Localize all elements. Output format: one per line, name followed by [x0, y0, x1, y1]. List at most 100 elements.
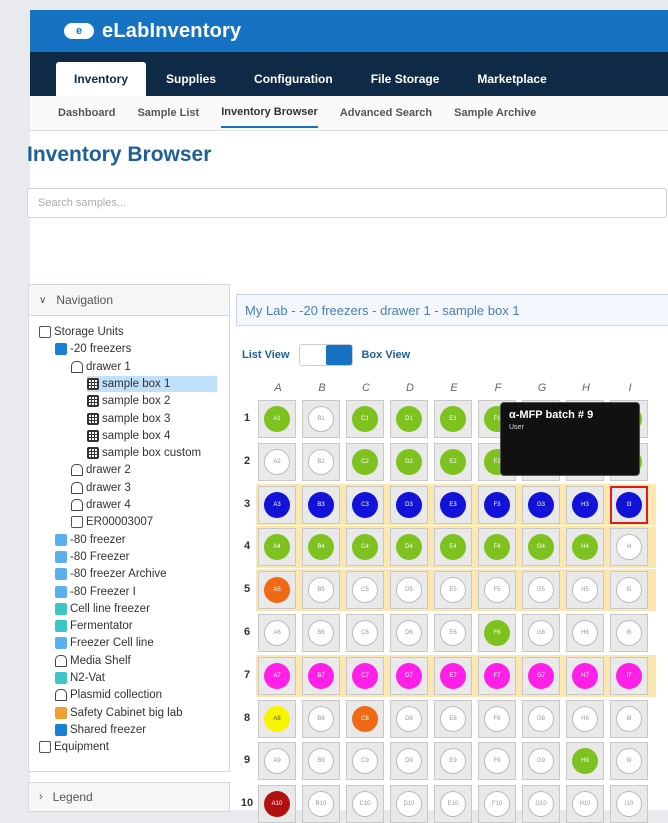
box-cell[interactable]: A3 [258, 485, 296, 524]
box-cell[interactable]: F10 [478, 785, 516, 823]
tree-node[interactable]: sample box 3 [87, 411, 170, 427]
tree-node[interactable]: Shared freezer [55, 722, 146, 738]
box-cell[interactable]: G6 [522, 614, 560, 652]
box-cell[interactable]: B1 [302, 400, 340, 438]
box-cell[interactable]: F7 [478, 656, 516, 695]
tree-node[interactable]: Equipment [39, 739, 109, 755]
tree-node[interactable]: Fermentator [55, 618, 133, 634]
tab-file-storage[interactable]: File Storage [353, 62, 458, 96]
subnav-advanced-search[interactable]: Advanced Search [340, 99, 432, 127]
box-cell[interactable]: B8 [302, 699, 340, 738]
box-cell[interactable]: F6 [478, 614, 516, 652]
box-cell[interactable]: G3 [522, 485, 560, 524]
subnav-dashboard[interactable]: Dashboard [58, 99, 115, 127]
box-cell[interactable]: D6 [390, 614, 428, 652]
box-cell[interactable]: B5 [302, 571, 340, 610]
tree-node[interactable]: Safety Cabinet big lab [55, 705, 183, 721]
box-cell[interactable]: E10 [434, 785, 472, 823]
box-cell[interactable]: H7 [566, 656, 604, 695]
box-cell[interactable]: C6 [346, 614, 384, 652]
box-cell[interactable]: F9 [478, 742, 516, 781]
box-cell[interactable]: E7 [434, 656, 472, 695]
box-cell[interactable]: F4 [478, 528, 516, 567]
box-cell[interactable]: G5 [522, 571, 560, 610]
box-cell[interactable]: D8 [390, 699, 428, 738]
box-cell[interactable]: G8 [522, 699, 560, 738]
legend-panel[interactable]: › Legend [28, 782, 230, 812]
box-cell[interactable]: B7 [302, 656, 340, 695]
box-cell[interactable]: G4 [522, 528, 560, 567]
tree-node[interactable]: drawer 1 [71, 359, 131, 375]
brand-name[interactable]: eLabInventory [102, 20, 241, 43]
box-cell[interactable]: B3 [302, 485, 340, 524]
box-cell[interactable]: H8 [566, 699, 604, 738]
tree-node[interactable]: sample box custom [87, 445, 201, 461]
tree-node[interactable]: drawer 3 [71, 480, 131, 496]
box-cell[interactable]: D4 [390, 528, 428, 567]
box-cell[interactable]: B2 [302, 442, 340, 481]
tree-node[interactable]: sample box 1 [87, 375, 217, 392]
box-cell[interactable]: B4 [302, 528, 340, 567]
subnav-sample-list[interactable]: Sample List [137, 99, 199, 127]
tree-node[interactable]: -80 freezer Archive [55, 566, 167, 582]
box-cell[interactable]: C7 [346, 656, 384, 695]
box-cell[interactable]: C3 [346, 485, 384, 524]
tab-supplies[interactable]: Supplies [148, 62, 234, 96]
tree-node[interactable]: -20 freezers [55, 341, 131, 357]
box-view-label[interactable]: Box View [361, 349, 410, 361]
search-input[interactable]: Search samples... [27, 188, 667, 218]
logo-icon[interactable]: e [64, 23, 94, 39]
box-cell[interactable]: I7 [610, 656, 648, 695]
box-cell[interactable]: D9 [390, 742, 428, 781]
box-cell[interactable]: D3 [390, 485, 428, 524]
box-cell[interactable]: F3 [478, 485, 516, 524]
box-cell[interactable]: I9 [610, 742, 648, 781]
box-cell[interactable]: I10 [610, 785, 648, 823]
box-cell[interactable]: C9 [346, 742, 384, 781]
box-cell[interactable]: E9 [434, 742, 472, 781]
tree-node[interactable]: Storage Units [39, 324, 124, 340]
box-cell[interactable]: I5 [610, 571, 648, 610]
view-toggle-switch[interactable] [299, 344, 354, 366]
box-cell[interactable]: I3 [610, 485, 648, 524]
tree-node[interactable]: Freezer Cell line [55, 635, 154, 651]
tree-node[interactable]: sample box 2 [87, 393, 170, 409]
box-cell[interactable]: C4 [346, 528, 384, 567]
tab-configuration[interactable]: Configuration [236, 62, 351, 96]
box-cell[interactable]: I6 [610, 614, 648, 652]
box-cell[interactable]: A9 [258, 742, 296, 781]
box-cell[interactable]: C1 [346, 400, 384, 438]
tree-node[interactable]: drawer 4 [71, 497, 131, 513]
box-cell[interactable]: A1 [258, 400, 296, 438]
box-cell[interactable]: H3 [566, 485, 604, 524]
box-cell[interactable]: F8 [478, 699, 516, 738]
tree-node[interactable]: ER00003007 [71, 514, 153, 530]
subnav-sample-archive[interactable]: Sample Archive [454, 99, 536, 127]
box-cell[interactable]: C2 [346, 442, 384, 481]
box-cell[interactable]: E2 [434, 442, 472, 481]
box-cell[interactable]: G9 [522, 742, 560, 781]
tree-node[interactable]: N2-Vat [55, 670, 105, 686]
box-cell[interactable]: D1 [390, 400, 428, 438]
box-cell[interactable]: D10 [390, 785, 428, 823]
box-cell[interactable]: G10 [522, 785, 560, 823]
box-cell[interactable]: E8 [434, 699, 472, 738]
box-cell[interactable]: H9 [566, 742, 604, 781]
box-cell[interactable]: A4 [258, 528, 296, 567]
box-cell[interactable]: E5 [434, 571, 472, 610]
box-cell[interactable]: H10 [566, 785, 604, 823]
tree-node[interactable]: drawer 2 [71, 462, 131, 478]
box-cell[interactable]: D7 [390, 656, 428, 695]
box-cell[interactable]: H4 [566, 528, 604, 567]
box-cell[interactable]: I8 [610, 699, 648, 738]
box-cell[interactable]: H6 [566, 614, 604, 652]
box-cell[interactable]: C5 [346, 571, 384, 610]
box-cell[interactable]: C10 [346, 785, 384, 823]
box-cell[interactable]: D2 [390, 442, 428, 481]
box-cell[interactable]: E3 [434, 485, 472, 524]
box-cell[interactable]: F5 [478, 571, 516, 610]
tree-node[interactable]: -80 freezer [55, 532, 126, 548]
box-cell[interactable]: A5 [258, 571, 296, 610]
box-cell[interactable]: B9 [302, 742, 340, 781]
breadcrumb-text[interactable]: My Lab - -20 freezers - drawer 1 - sampl… [245, 303, 520, 318]
